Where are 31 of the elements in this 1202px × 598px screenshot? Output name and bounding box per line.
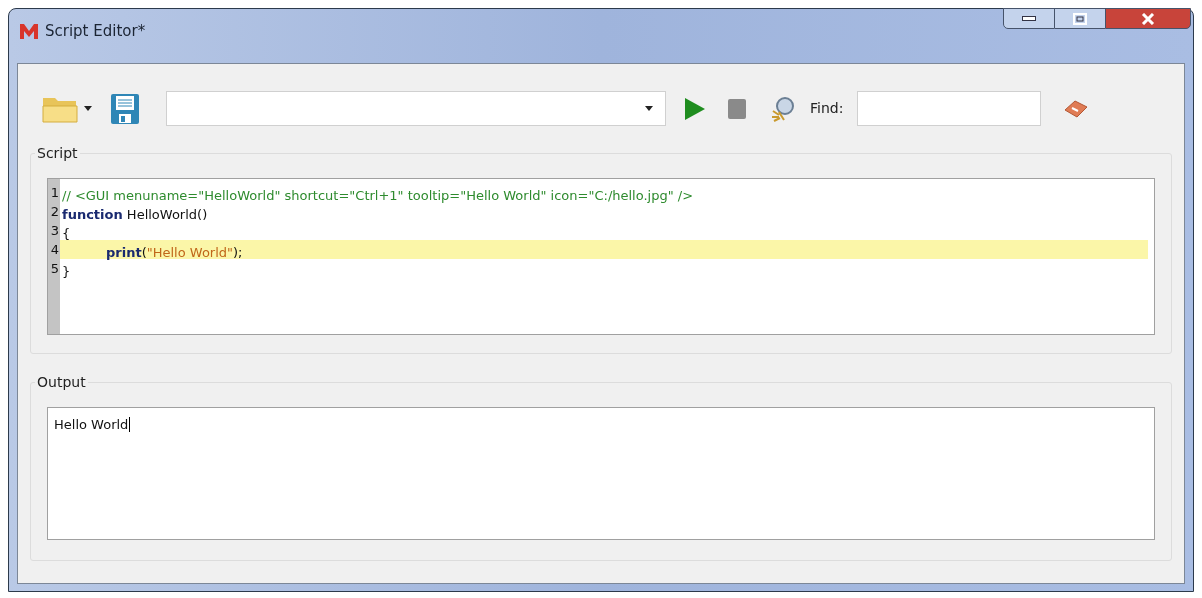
find-field[interactable] — [857, 91, 1042, 126]
code-line: function HelloWorld() — [62, 207, 208, 222]
dropdown-caret-icon — [84, 106, 92, 111]
close-button[interactable] — [1105, 8, 1191, 29]
line-number: 1 — [49, 184, 60, 202]
line-number: 3 — [49, 222, 60, 240]
line-number: 4 — [49, 241, 60, 259]
code-line: } — [62, 264, 71, 279]
maximize-icon — [1073, 12, 1087, 25]
output-text-area[interactable]: Hello World — [47, 407, 1155, 540]
dropdown-caret-icon — [645, 106, 653, 111]
find-label: Find: — [810, 99, 844, 118]
app-logo-icon — [19, 22, 39, 40]
eraser-icon — [1063, 99, 1090, 118]
close-icon — [1141, 12, 1155, 25]
minimize-button[interactable] — [1003, 8, 1055, 29]
play-icon — [685, 97, 705, 120]
window-title: Script Editor* — [45, 21, 146, 42]
bug-magnifier-icon — [770, 95, 796, 122]
script-group-label: Script — [36, 144, 79, 163]
minimize-icon — [1022, 16, 1036, 21]
code-line: { — [62, 226, 71, 241]
maximize-button[interactable] — [1055, 8, 1105, 29]
stop-icon — [728, 98, 746, 119]
code-line: // <GUI menuname="HelloWorld" shortcut="Ctrl+1" tooltip="Hello World" icon="C:/hello.jpg" /> — [62, 188, 694, 203]
output-group-label: Output — [36, 373, 87, 392]
line-number: 5 — [49, 260, 60, 278]
code-line: print("Hello World"); — [105, 245, 243, 260]
line-number: 2 — [49, 203, 60, 221]
output-text: Hello World — [54, 417, 131, 432]
code-editor[interactable]: 1 2 3 4 5 // <GUI menuname="HelloWorld" shortcut="Ctrl+1" tooltip="Hello World" icon="C:/hello.jpg" /> function HelloWorld() { print("Hello World"); } — [47, 178, 1155, 335]
